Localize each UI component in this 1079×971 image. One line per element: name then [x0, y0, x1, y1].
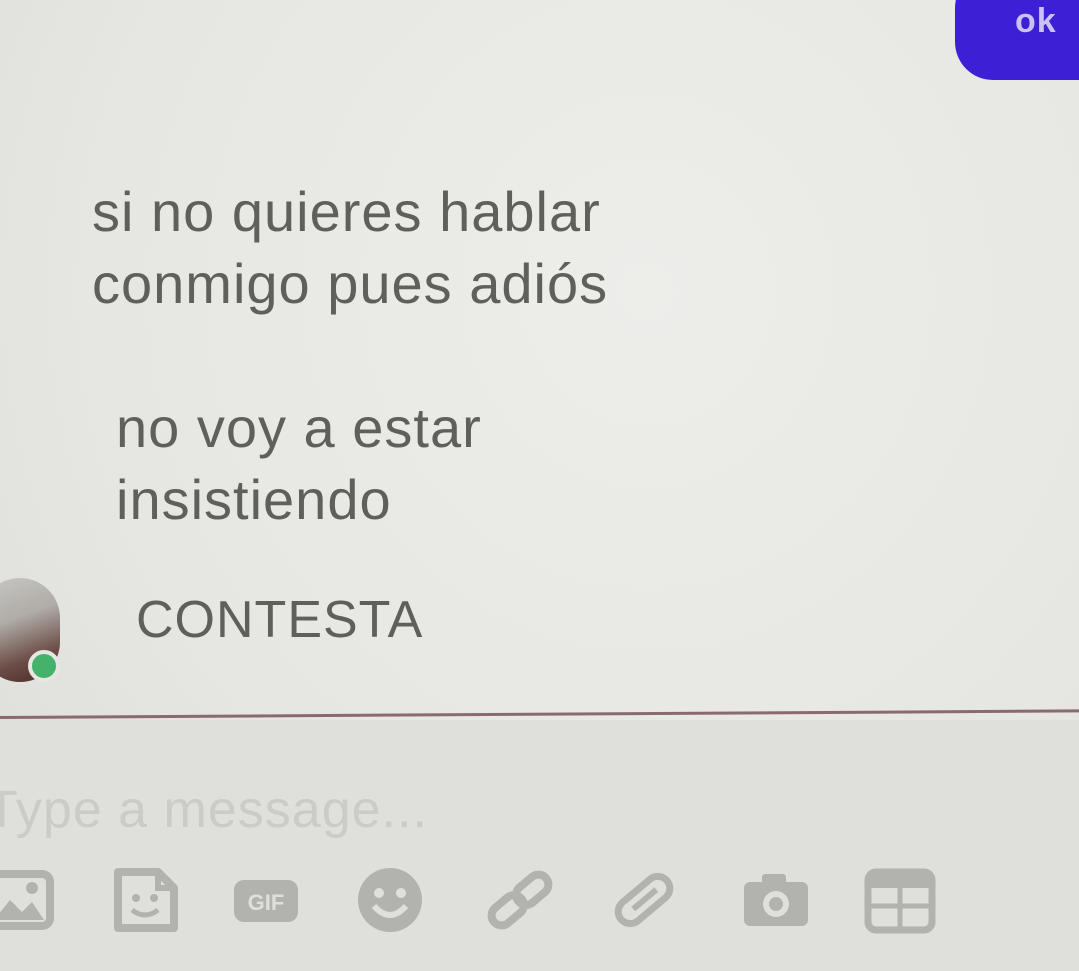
message-input[interactable] — [0, 778, 686, 842]
emoji-icon[interactable] — [352, 862, 428, 938]
gif-label: GIF — [248, 890, 285, 915]
link-icon[interactable] — [482, 862, 558, 938]
composer-divider — [0, 709, 1079, 719]
received-message: CONTESTA — [136, 584, 423, 656]
attachment-icon[interactable] — [606, 862, 682, 938]
online-status-indicator — [28, 650, 60, 682]
message-line: insistiendo — [116, 468, 392, 531]
sent-message-text: ok — [1015, 2, 1057, 40]
calendar-icon[interactable] — [862, 862, 938, 938]
message-line: conmigo pues adiós — [92, 252, 609, 315]
composer-toolbar: GIF — [0, 862, 1079, 942]
camera-icon[interactable] — [738, 862, 814, 938]
received-message: no voy a estar insistiendo — [116, 392, 482, 536]
received-message: si no quieres hablar conmigo pues adiós — [92, 176, 608, 320]
message-line: CONTESTA — [136, 591, 424, 649]
sticker-icon[interactable] — [108, 862, 184, 938]
chat-window: ok si no quieres hablar conmigo pues adi… — [0, 0, 1079, 971]
image-icon[interactable] — [0, 862, 56, 938]
gif-icon[interactable]: GIF — [228, 862, 304, 938]
message-line: si no quieres hablar — [92, 180, 601, 243]
sent-message-bubble: ok — [955, 0, 1079, 80]
message-line: no voy a estar — [116, 396, 482, 459]
